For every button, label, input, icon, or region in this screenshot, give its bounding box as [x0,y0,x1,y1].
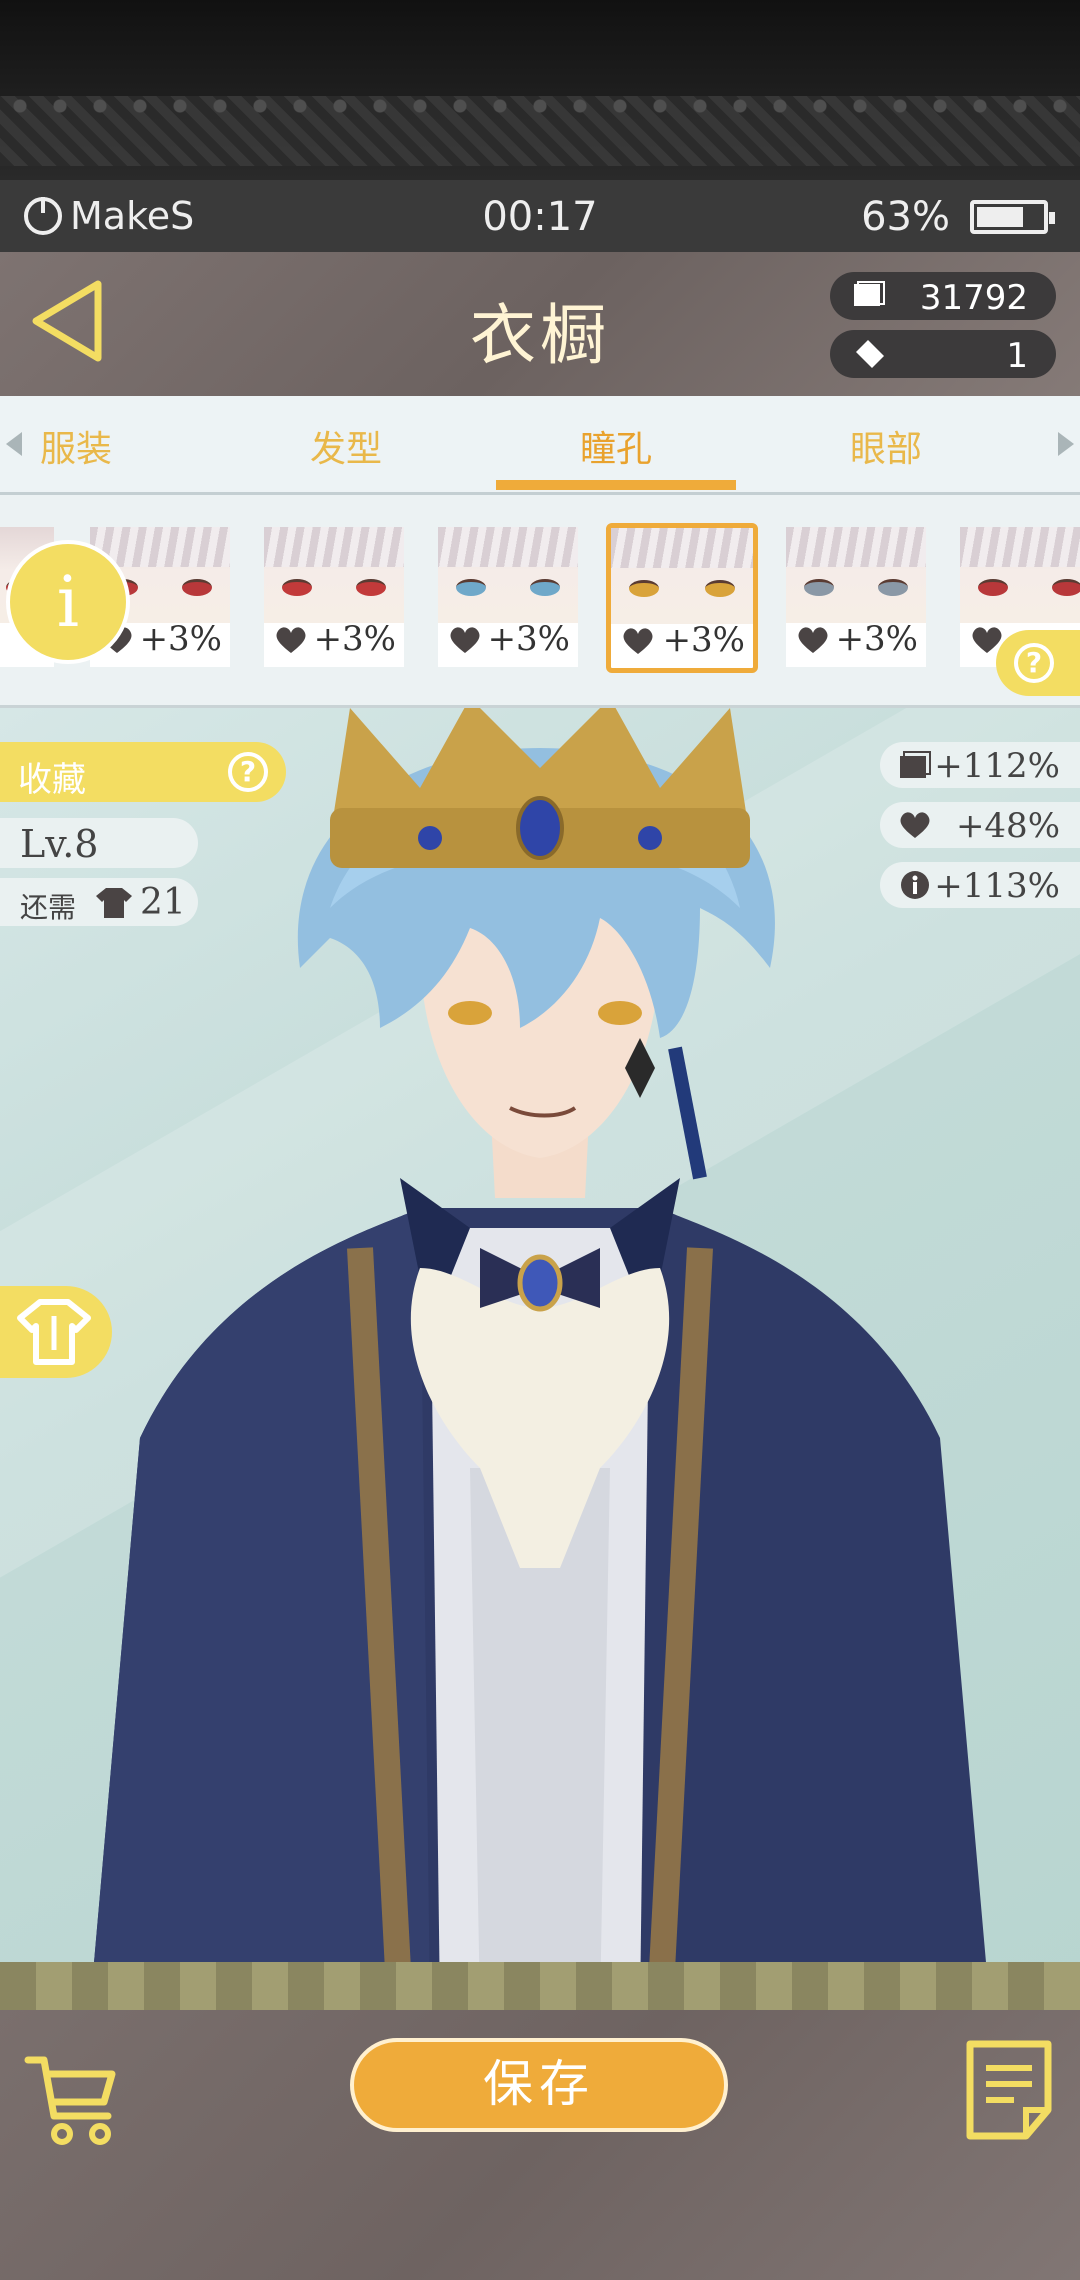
collection-level: Lv.8 [0,818,198,868]
need-label: 还需 [20,891,77,924]
notes-icon [966,2040,1052,2140]
shirt-icon [96,888,132,918]
question-icon: ? [228,752,268,792]
heart-icon [623,628,653,654]
notes-button[interactable] [964,2038,1054,2142]
tab-clothing[interactable]: 服装 [0,420,196,472]
status-bar: MakeS 00:17 63% [0,180,1080,252]
item-bonus: +3% [487,619,570,659]
item-card[interactable]: +3% [438,527,578,667]
collection-banner[interactable]: 收藏 ? [0,742,286,802]
collection-label: 收藏 [18,760,86,800]
question-icon: ? [1014,643,1054,683]
info-bonus-value: +113% [934,866,1060,906]
item-card[interactable]: +3% [786,527,926,667]
battery-icon [970,200,1055,234]
cart-icon [24,2056,116,2145]
item-card-selected[interactable]: +3% [606,523,758,673]
heart-icon [450,627,480,653]
ticket-balance: 1 [830,330,1056,378]
level-text: Lv.8 [20,822,99,866]
item-card[interactable]: +3% [264,527,404,667]
coin-bonus-value: +112% [934,746,1060,786]
header: 衣橱 31792 1 [0,252,1080,396]
active-tab-indicator [496,480,736,490]
ticket-count: 1 [1006,336,1028,376]
battery-percentage: 63% [861,194,950,240]
stat-coin-bonus: +112% [880,742,1080,788]
item-bonus: +3% [139,619,222,659]
coin-count: 31792 [919,278,1028,318]
coin-stack-icon [900,751,931,778]
collection-requirement: 还需 21 [0,878,198,926]
shop-cart-button[interactable] [22,2050,122,2150]
tab-scroll-right-icon[interactable] [1058,432,1074,456]
bottom-bar: 保存 [0,2010,1080,2280]
top-decorative-band [0,0,1080,180]
heart-icon [900,812,930,838]
ticket-icon [856,340,884,368]
tab-pupil[interactable]: 瞳孔 [496,420,736,472]
bottom-decorative-strip [0,1962,1080,2010]
tab-hairstyle[interactable]: 发型 [226,420,466,472]
info-icon [901,871,929,899]
coin-balance: 31792 [830,272,1056,320]
shirt-outline-icon [17,1299,91,1365]
category-tabs: 服装 发型 瞳孔 眼部 [0,396,1080,495]
heart-bonus-value: +48% [955,806,1060,846]
item-bonus: +3% [662,620,745,660]
stat-info-bonus: +113% [880,862,1080,908]
tab-eyes[interactable]: 眼部 [766,420,1006,472]
item-bonus: +3% [835,619,918,659]
heart-icon [798,627,828,653]
outfit-button[interactable] [0,1286,112,1378]
item-strip: +3% +3% +3% +3% +3% [0,495,1080,708]
heart-icon [276,627,306,653]
item-bonus: +3% [313,619,396,659]
info-button[interactable]: i [6,540,130,664]
help-button[interactable]: ? [996,630,1080,696]
coin-stack-icon [854,281,885,306]
need-count: 21 [140,882,186,923]
stat-heart-bonus: +48% [880,802,1080,848]
save-button[interactable]: 保存 [350,2038,728,2132]
